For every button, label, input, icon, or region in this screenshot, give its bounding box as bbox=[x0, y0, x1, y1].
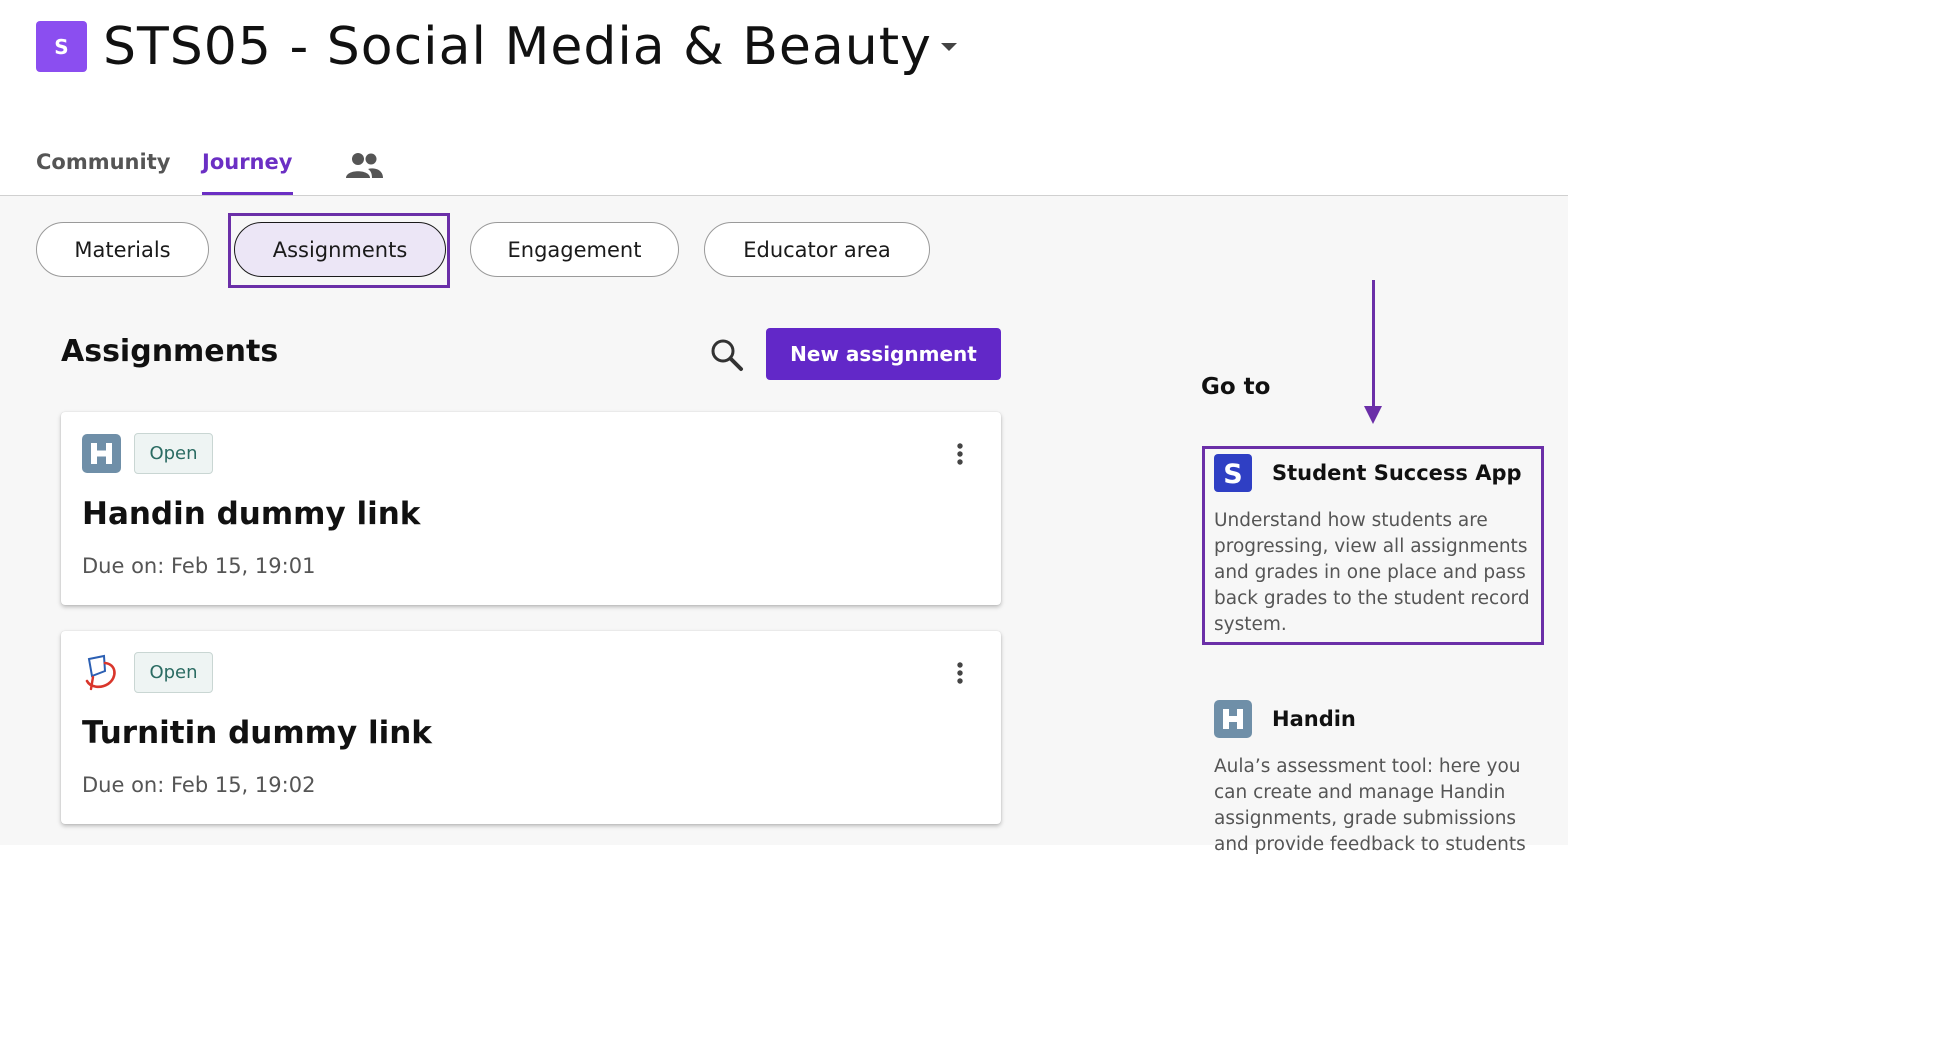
turnitin-icon bbox=[82, 653, 121, 692]
annotation-arrow-head bbox=[1364, 406, 1382, 424]
assignments-heading: Assignments bbox=[61, 334, 279, 369]
people-icon[interactable] bbox=[344, 150, 384, 180]
assignment-title[interactable]: Handin dummy link bbox=[82, 496, 420, 532]
pill-assignments[interactable]: Assignments bbox=[234, 222, 446, 277]
handin-icon bbox=[1214, 700, 1252, 738]
course-dropdown-icon[interactable] bbox=[941, 43, 957, 51]
search-icon[interactable] bbox=[708, 336, 746, 374]
handin-icon bbox=[82, 434, 121, 473]
course-header: S STS05 - Social Media & Beauty Communit… bbox=[0, 0, 1568, 196]
assignment-title[interactable]: Turnitin dummy link bbox=[82, 715, 432, 751]
app-name[interactable]: Handin bbox=[1272, 707, 1356, 731]
more-options-icon[interactable] bbox=[947, 659, 973, 689]
app-name[interactable]: Student Success App bbox=[1272, 461, 1522, 485]
goto-heading: Go to bbox=[1201, 374, 1271, 400]
course-avatar: S bbox=[36, 21, 87, 72]
app-description: Aula’s assessment tool: here you can cre… bbox=[1214, 756, 1526, 855]
svg-text:S: S bbox=[1223, 459, 1242, 490]
pill-engagement[interactable]: Engagement bbox=[470, 222, 679, 277]
main-content: Materials Assignments Engagement Educato… bbox=[0, 196, 1568, 855]
assignment-card[interactable]: Open Handin dummy link Due on: Feb 15, 1… bbox=[61, 412, 1001, 605]
status-badge: Open bbox=[134, 652, 213, 693]
pill-educator-area[interactable]: Educator area bbox=[704, 222, 930, 277]
tab-journey[interactable]: Journey bbox=[202, 150, 292, 174]
more-options-icon[interactable] bbox=[947, 440, 973, 470]
app-description: Understand how students are progressing,… bbox=[1214, 510, 1530, 635]
status-badge: Open bbox=[134, 433, 213, 474]
pill-materials[interactable]: Materials bbox=[36, 222, 209, 277]
annotation-arrow-line bbox=[1372, 280, 1375, 408]
new-assignment-button[interactable]: New assignment bbox=[766, 328, 1001, 380]
assignment-due-date: Due on: Feb 15, 19:01 bbox=[82, 554, 316, 578]
course-title[interactable]: STS05 - Social Media & Beauty bbox=[103, 14, 932, 80]
student-success-app-icon: S bbox=[1214, 454, 1252, 492]
assignment-due-date: Due on: Feb 15, 19:02 bbox=[82, 773, 316, 797]
tab-community[interactable]: Community bbox=[36, 150, 170, 174]
assignment-card[interactable]: Open Turnitin dummy link Due on: Feb 15,… bbox=[61, 631, 1001, 824]
